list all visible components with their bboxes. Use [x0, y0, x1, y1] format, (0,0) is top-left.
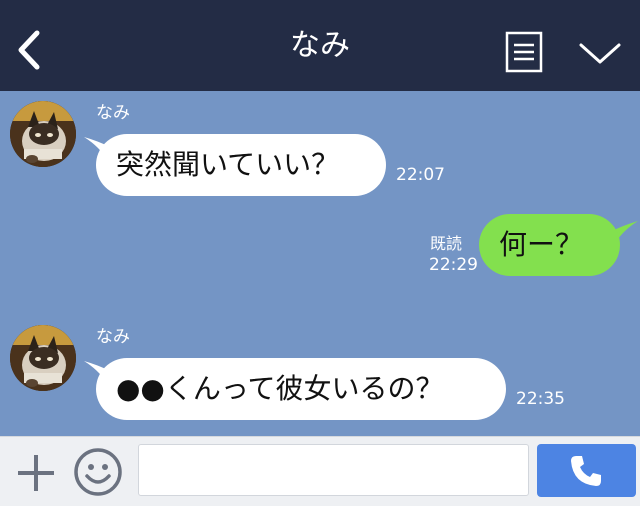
avatar[interactable]: [10, 325, 76, 391]
message-input-bar: [0, 436, 640, 506]
menu-button[interactable]: [576, 36, 624, 68]
phone-icon: [571, 456, 601, 486]
cat-avatar-icon: [10, 325, 76, 391]
chevron-down-icon: [579, 43, 621, 64]
cat-avatar-icon: [10, 101, 76, 167]
emoji-button[interactable]: [72, 446, 124, 498]
smiley-icon: [74, 448, 122, 496]
message-time: 22:35: [516, 389, 565, 409]
call-button[interactable]: [537, 444, 636, 497]
sender-name: なみ: [96, 103, 130, 123]
message-bubble-incoming[interactable]: ●●くんって彼女いるの？: [96, 358, 506, 420]
message-time: 22:07: [396, 165, 445, 185]
message-time: 22:29: [429, 255, 478, 275]
notes-icon: [505, 31, 543, 73]
message-bubble-incoming[interactable]: 突然聞いていい？: [96, 134, 386, 196]
message-bubble-outgoing[interactable]: 何ー？: [479, 214, 620, 276]
add-attachment-button[interactable]: [14, 451, 58, 495]
notes-button[interactable]: [505, 31, 543, 73]
message-list[interactable]: なみ 突然聞いていい？ 22:07 既読 22:29 何ー？ なみ ●●くんって…: [0, 91, 640, 436]
page-title: なみ: [290, 28, 350, 63]
message-input[interactable]: [138, 444, 529, 496]
read-receipt: 既読: [430, 234, 463, 253]
avatar[interactable]: [10, 101, 76, 167]
plus-icon: [18, 455, 54, 491]
chat-header: なみ: [0, 0, 640, 91]
sender-name: なみ: [96, 327, 130, 347]
